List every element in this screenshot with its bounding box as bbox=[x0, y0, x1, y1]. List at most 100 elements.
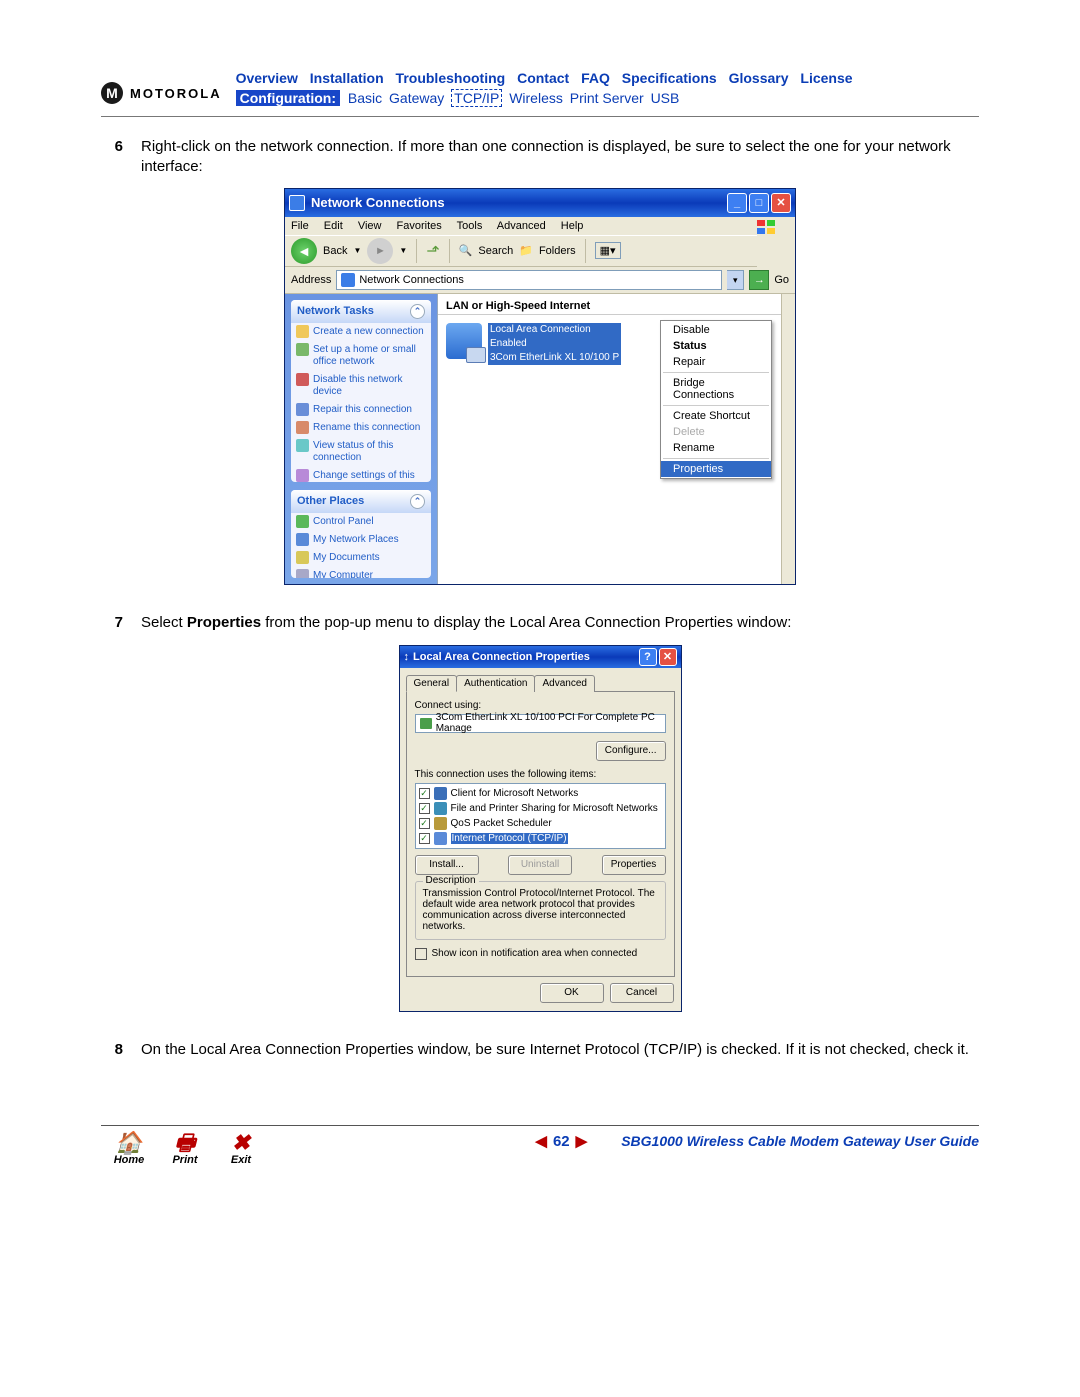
cancel-button[interactable]: Cancel bbox=[610, 983, 674, 1003]
address-icon bbox=[341, 273, 355, 287]
checkbox-icon[interactable]: ✓ bbox=[419, 818, 430, 829]
install-button[interactable]: Install... bbox=[415, 855, 479, 875]
window-icon bbox=[289, 195, 305, 211]
address-dropdown[interactable]: ▾ bbox=[727, 270, 744, 290]
home-button[interactable]: 🏠Home bbox=[101, 1132, 157, 1166]
place-documents[interactable]: My Documents bbox=[291, 549, 431, 567]
task-settings[interactable]: Change settings of this connection bbox=[291, 467, 431, 482]
place-control-panel[interactable]: Control Panel bbox=[291, 513, 431, 531]
menu-help[interactable]: Help bbox=[561, 220, 584, 232]
step-7: 7 Select Properties from the pop-up menu… bbox=[101, 613, 979, 633]
brand-name: MOTOROLA bbox=[130, 86, 222, 101]
nav-tcpip[interactable]: TCP/IP bbox=[451, 89, 502, 107]
menu-advanced[interactable]: Advanced bbox=[497, 220, 546, 232]
task-status[interactable]: View status of this connection bbox=[291, 437, 431, 467]
ctx-bridge[interactable]: Bridge Connections bbox=[661, 375, 771, 403]
go-button[interactable]: → bbox=[749, 270, 769, 290]
network-tasks-title: Network Tasks bbox=[297, 305, 374, 317]
minimize-button[interactable]: _ bbox=[727, 193, 747, 213]
checkbox-icon[interactable]: ✓ bbox=[419, 833, 430, 844]
nav-print-server[interactable]: Print Server bbox=[570, 90, 644, 106]
search-label[interactable]: Search bbox=[478, 245, 513, 257]
ctx-delete: Delete bbox=[661, 424, 771, 440]
ctx-properties[interactable]: Properties bbox=[661, 461, 771, 477]
menu-tools[interactable]: Tools bbox=[457, 220, 483, 232]
place-network-places[interactable]: My Network Places bbox=[291, 531, 431, 549]
checkbox-icon[interactable]: ✓ bbox=[419, 803, 430, 814]
dialog-close-button[interactable]: ✕ bbox=[659, 648, 677, 666]
place-computer[interactable]: My Computer bbox=[291, 567, 431, 578]
network-tasks-panel: Network Tasks ⌃ Create a new connection … bbox=[291, 300, 431, 482]
nav-usb[interactable]: USB bbox=[651, 90, 680, 106]
item-qos[interactable]: ✓QoS Packet Scheduler bbox=[419, 816, 662, 831]
menu-edit[interactable]: Edit bbox=[324, 220, 343, 232]
task-create-connection[interactable]: Create a new connection bbox=[291, 323, 431, 341]
print-button[interactable]: 🖶Print bbox=[157, 1132, 213, 1166]
menu-file[interactable]: File bbox=[291, 220, 309, 232]
tab-general[interactable]: General bbox=[406, 675, 458, 692]
item-properties-button[interactable]: Properties bbox=[602, 855, 666, 875]
nav-specifications[interactable]: Specifications bbox=[622, 70, 717, 86]
collapse-icon[interactable]: ⌃ bbox=[410, 304, 425, 319]
nav-license[interactable]: License bbox=[800, 70, 852, 86]
view-icon[interactable]: ▦▾ bbox=[595, 242, 621, 259]
ctx-repair[interactable]: Repair bbox=[661, 354, 771, 370]
sidebar: Network Tasks ⌃ Create a new connection … bbox=[285, 294, 437, 584]
nav-basic[interactable]: Basic bbox=[348, 90, 382, 106]
network-tasks-header[interactable]: Network Tasks ⌃ bbox=[291, 300, 431, 323]
folders-icon[interactable]: 📁 bbox=[519, 244, 533, 257]
address-value: Network Connections bbox=[359, 274, 464, 286]
nav-overview[interactable]: Overview bbox=[236, 70, 298, 86]
checkbox-icon[interactable]: ✓ bbox=[419, 788, 430, 799]
prev-page-button[interactable]: ◀ bbox=[535, 1132, 547, 1150]
items-list[interactable]: ✓Client for Microsoft Networks ✓File and… bbox=[415, 783, 666, 849]
folder-up-icon[interactable]: ⬏ bbox=[426, 241, 439, 261]
exit-button[interactable]: ✖Exit bbox=[213, 1132, 269, 1166]
tab-row: General Authentication Advanced bbox=[406, 674, 675, 691]
configure-button[interactable]: Configure... bbox=[596, 741, 666, 761]
ctx-rename[interactable]: Rename bbox=[661, 440, 771, 456]
folders-label[interactable]: Folders bbox=[539, 245, 576, 257]
scrollbar[interactable] bbox=[781, 294, 795, 584]
task-setup-network[interactable]: Set up a home or small office network bbox=[291, 341, 431, 371]
nav-troubleshooting[interactable]: Troubleshooting bbox=[396, 70, 506, 86]
other-places-header[interactable]: Other Places ⌃ bbox=[291, 490, 431, 513]
address-field[interactable]: Network Connections bbox=[336, 270, 722, 290]
nav-glossary[interactable]: Glossary bbox=[729, 70, 789, 86]
show-icon-checkbox[interactable] bbox=[415, 948, 427, 960]
help-button[interactable]: ? bbox=[639, 648, 657, 666]
task-icon bbox=[296, 403, 309, 416]
item-tcpip[interactable]: ✓Internet Protocol (TCP/IP) bbox=[419, 831, 662, 846]
item-client[interactable]: ✓Client for Microsoft Networks bbox=[419, 786, 662, 801]
ctx-shortcut[interactable]: Create Shortcut bbox=[661, 408, 771, 424]
window-title: Network Connections bbox=[311, 195, 445, 210]
ctx-status[interactable]: Status bbox=[661, 338, 771, 354]
nav-gateway[interactable]: Gateway bbox=[389, 90, 444, 106]
connection-status: Enabled bbox=[488, 337, 621, 351]
task-rename[interactable]: Rename this connection bbox=[291, 419, 431, 437]
nav-installation[interactable]: Installation bbox=[310, 70, 384, 86]
item-file-sharing[interactable]: ✓File and Printer Sharing for Microsoft … bbox=[419, 801, 662, 816]
task-icon bbox=[296, 343, 309, 356]
tab-advanced[interactable]: Advanced bbox=[534, 675, 594, 692]
maximize-button[interactable]: □ bbox=[749, 193, 769, 213]
collapse-icon[interactable]: ⌃ bbox=[410, 494, 425, 509]
step-7-text: Select Properties from the pop-up menu t… bbox=[141, 613, 979, 633]
nav-faq[interactable]: FAQ bbox=[581, 70, 610, 86]
close-button[interactable]: ✕ bbox=[771, 193, 791, 213]
show-icon-row[interactable]: Show icon in notification area when conn… bbox=[415, 948, 666, 960]
search-icon[interactable]: 🔍 bbox=[459, 244, 473, 257]
next-page-button[interactable]: ▶ bbox=[576, 1132, 588, 1150]
context-menu: Disable Status Repair Bridge Connections… bbox=[660, 320, 772, 479]
task-disable-device[interactable]: Disable this network device bbox=[291, 371, 431, 401]
forward-button[interactable]: ► bbox=[367, 238, 393, 264]
task-repair[interactable]: Repair this connection bbox=[291, 401, 431, 419]
menu-view[interactable]: View bbox=[358, 220, 382, 232]
ctx-disable[interactable]: Disable bbox=[661, 322, 771, 338]
nav-contact[interactable]: Contact bbox=[517, 70, 569, 86]
tab-authentication[interactable]: Authentication bbox=[456, 675, 535, 692]
back-button[interactable]: ◄ bbox=[291, 238, 317, 264]
menu-favorites[interactable]: Favorites bbox=[397, 220, 442, 232]
nav-wireless[interactable]: Wireless bbox=[509, 90, 563, 106]
ok-button[interactable]: OK bbox=[540, 983, 604, 1003]
